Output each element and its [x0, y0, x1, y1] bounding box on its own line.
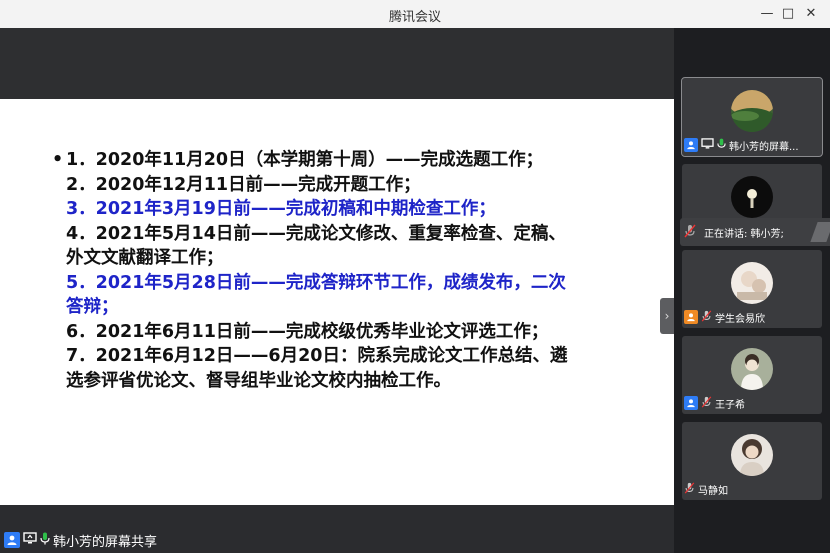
microphone-icon: [40, 532, 50, 549]
slide-line-text: 7．2021年6月12日——6月20日：院系完成论文工作总结、遴: [66, 346, 568, 366]
slide-line: • 1．2020年11月20日（本学期第十周）——完成选题工作；: [52, 148, 622, 173]
participant-name: 王子希: [715, 399, 745, 411]
slide-line: 答辩；: [52, 295, 622, 320]
microphone-muted-icon: [684, 481, 695, 497]
minimize-button[interactable]: —: [756, 4, 778, 24]
avatar: [731, 348, 773, 390]
close-button[interactable]: ✕: [800, 4, 822, 24]
slide-line-text: 答辩；: [66, 297, 119, 317]
avatar: [731, 90, 773, 132]
share-top-margin: [0, 28, 674, 99]
participant-name: 马静如: [698, 485, 728, 497]
participant-tile[interactable]: 学生会易欣: [682, 250, 822, 328]
microphone-icon: [717, 138, 726, 153]
slide-line: 4．2021年5月14日前——完成论文修改、重复率检查、定稿、: [52, 222, 622, 247]
speaking-indicator: 正在讲话: 韩小芳;: [680, 218, 830, 246]
user-icon: [684, 310, 698, 324]
avatar: [731, 262, 773, 304]
chevron-right-icon: ›: [664, 309, 670, 323]
slide-line: 3．2021年3月19日前——完成初稿和中期检查工作；: [52, 197, 622, 222]
slide-line-text: 6．2021年6月11日前——完成校级优秀毕业论文评选工作；: [66, 321, 549, 342]
user-icon: [684, 138, 698, 152]
screen-share-icon: [701, 138, 714, 152]
participant-tile[interactable]: 王子希: [682, 336, 822, 414]
screen-share-icon: [23, 532, 37, 548]
slide-line-text: 1．2020年11月20日（本学期第十周）——完成选题工作；: [66, 150, 544, 170]
participant-tile[interactable]: 马静如: [682, 422, 822, 500]
slide-line: 5．2021年5月28日前——完成答辩环节工作，成绩发布，二次: [52, 271, 622, 296]
slide-line-text: 3．2021年3月19日前——完成初稿和中期检查工作；: [66, 199, 496, 219]
participant-label: 韩小芳的屏幕...: [684, 137, 799, 153]
avatar: [731, 434, 773, 476]
user-icon: [4, 532, 20, 548]
slide-line-text: 外文文献翻译工作；: [66, 248, 224, 268]
slide-line-text: 5．2021年5月28日前——完成答辩环节工作，成绩发布，二次: [66, 272, 566, 293]
participant-label: 马静如: [684, 481, 728, 497]
banner-end-cap: [810, 222, 830, 242]
slide-line-text: 2．2020年12月11日前——完成开题工作；: [66, 174, 421, 195]
speaking-text: 正在讲话: 韩小芳;: [704, 228, 784, 240]
slide-line: 6．2021年6月11日前——完成校级优秀毕业论文评选工作；: [52, 320, 622, 345]
collapse-panel-button[interactable]: ›: [660, 298, 674, 334]
presentation-slide: • 1．2020年11月20日（本学期第十周）——完成选题工作； 2．2020年12…: [0, 99, 674, 505]
microphone-muted-icon: [684, 224, 696, 241]
participant-panel: 韩小芳的屏幕... 正在讲话: 韩小芳; 学生会易欣 王子希 马静如: [674, 28, 830, 553]
bullet-icon: •: [52, 150, 64, 170]
participant-name: 学生会易欣: [715, 313, 765, 325]
slide-line-text: 选参评省优论文、督导组毕业论文校内抽检工作。: [66, 370, 451, 391]
participant-label: 王子希: [684, 395, 745, 411]
avatar: [731, 176, 773, 218]
window-title: 腾讯会议: [388, 10, 441, 25]
participant-label: 学生会易欣: [684, 309, 765, 325]
slide-line: 2．2020年12月11日前——完成开题工作；: [52, 173, 622, 198]
screen-share-owner: 韩小芳的屏幕共享: [53, 534, 158, 550]
microphone-muted-icon: [701, 395, 712, 411]
microphone-muted-icon: [701, 309, 712, 325]
slide-text-body: • 1．2020年11月20日（本学期第十周）——完成选题工作； 2．2020年12…: [52, 148, 622, 393]
slide-line-text: 4．2021年5月14日前——完成论文修改、重复率检查、定稿、: [66, 223, 566, 244]
title-bar: 腾讯会议 — □ ✕: [0, 0, 830, 29]
slide-line: 选参评省优论文、督导组毕业论文校内抽检工作。: [52, 369, 622, 394]
screen-share-label: 韩小芳的屏幕共享: [4, 531, 158, 550]
participant-tile[interactable]: 韩小芳的屏幕...: [681, 77, 823, 157]
user-icon: [684, 396, 698, 410]
participant-name: 韩小芳的屏幕...: [729, 141, 799, 153]
slide-line: 7．2021年6月12日——6月20日：院系完成论文工作总结、遴: [52, 344, 622, 369]
slide-line: 外文文献翻译工作；: [52, 246, 622, 271]
screen-share-area: • 1．2020年11月20日（本学期第十周）——完成选题工作； 2．2020年12…: [0, 28, 674, 553]
maximize-button[interactable]: □: [777, 4, 799, 24]
